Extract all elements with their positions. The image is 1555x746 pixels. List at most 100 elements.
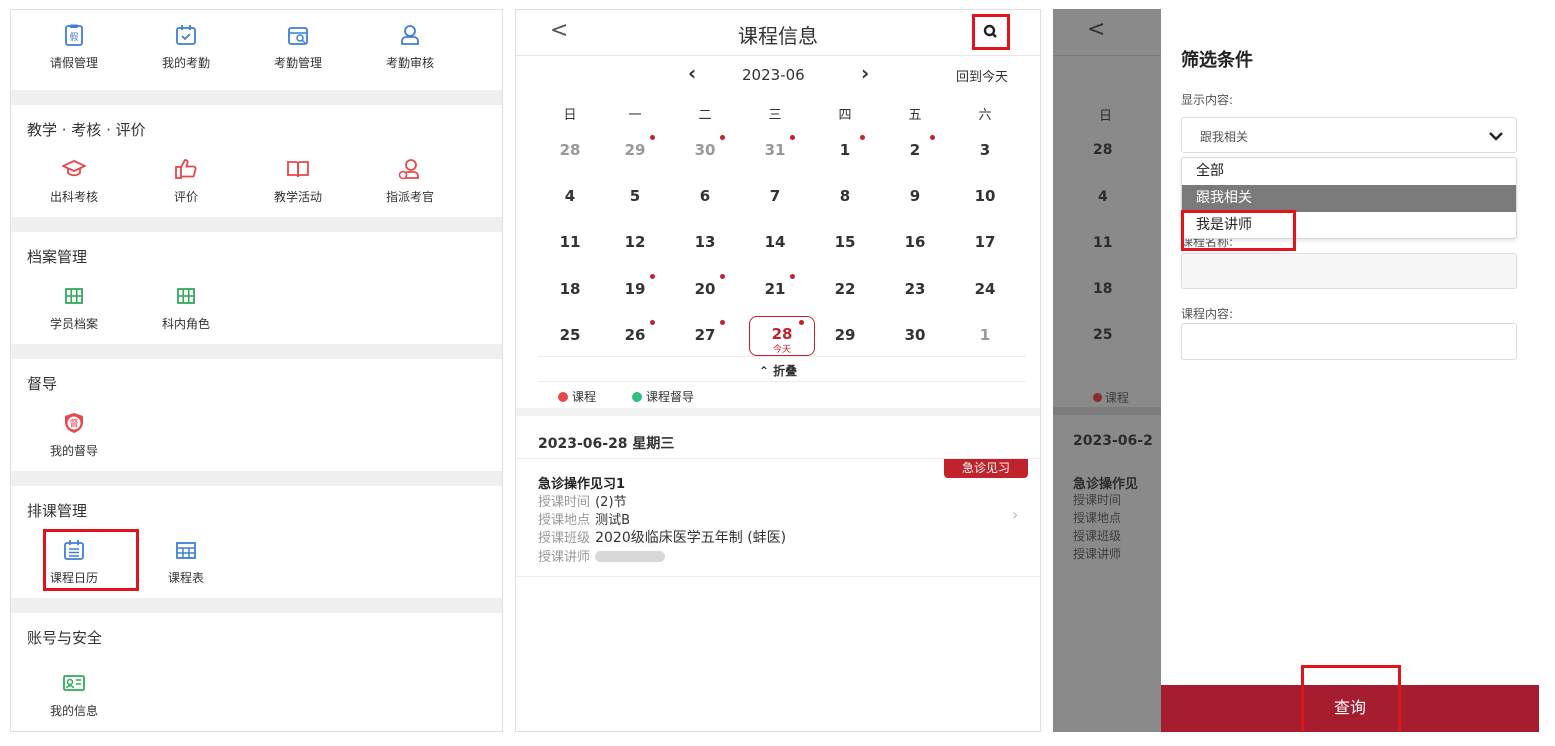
menu-item-my-attendance[interactable]: 我的考勤 bbox=[144, 23, 228, 71]
calendar-day[interactable]: 21 bbox=[745, 280, 805, 298]
legend-label: 课程 bbox=[1093, 389, 1129, 406]
calendar-day[interactable]: 6 bbox=[675, 187, 735, 205]
calendar-day[interactable]: 11 bbox=[540, 233, 600, 251]
calendar-day[interactable]: 24 bbox=[955, 280, 1015, 298]
menu-item-exit-exam[interactable]: 出科考核 bbox=[32, 157, 116, 205]
menu-item-teaching-activity[interactable]: 教学活动 bbox=[256, 157, 340, 205]
menu-item-timetable[interactable]: 课程表 bbox=[144, 538, 228, 586]
menu-item-dept-role[interactable]: 科内角色 bbox=[144, 284, 228, 332]
menu-item-label: 学员档案 bbox=[49, 317, 98, 331]
menu-item-assign-examiner[interactable]: 指派考官 bbox=[368, 157, 452, 205]
course-dot bbox=[799, 320, 804, 325]
row-label: 授课讲师 bbox=[1073, 547, 1122, 561]
next-month-button[interactable]: › bbox=[861, 61, 869, 85]
calendar-day[interactable]: 12 bbox=[605, 233, 665, 251]
dimmed-background[interactable]: < 日 28 4 11 18 25 课程 2023-06-2 急诊操作见 授课时… bbox=[1053, 9, 1161, 732]
calendar-day[interactable]: 31 bbox=[745, 141, 805, 159]
course-row: 授课班级 2020级临床医学五年制 (蚌医) bbox=[538, 527, 786, 547]
calendar-day[interactable]: 23 bbox=[885, 280, 945, 298]
calendar-day[interactable]: 18 bbox=[540, 280, 600, 298]
calendar-day[interactable]: 14 bbox=[745, 233, 805, 251]
menu-item-attendance-review[interactable]: 考勤审核 bbox=[368, 23, 452, 71]
calendar-day[interactable]: 28 bbox=[540, 141, 600, 159]
calendar-day[interactable]: 10 bbox=[955, 187, 1015, 205]
calendar-day[interactable]: 8 bbox=[815, 187, 875, 205]
calendar-day[interactable]: 26 bbox=[605, 326, 665, 344]
weekday-label: 日 bbox=[563, 108, 577, 123]
prev-month-button[interactable]: ‹ bbox=[688, 61, 696, 85]
search-button[interactable] bbox=[972, 14, 1010, 50]
section-title: 督导 bbox=[27, 375, 58, 393]
menu-item-label: 请假管理 bbox=[49, 56, 98, 70]
menu-item-my-info[interactable]: 我的信息 bbox=[32, 671, 116, 719]
grid-icon bbox=[177, 288, 195, 304]
legend-label: 课程 bbox=[572, 390, 597, 404]
chevron-down-icon bbox=[1489, 132, 1503, 141]
calendar-day[interactable]: 4 bbox=[540, 187, 600, 205]
calendar-day[interactable]: 1 bbox=[815, 141, 875, 159]
course-dot bbox=[720, 274, 725, 279]
row-label: 授课班级 bbox=[538, 531, 591, 546]
page-title: 课程信息 bbox=[738, 24, 818, 48]
calendar-day[interactable]: 27 bbox=[675, 326, 735, 344]
menu-item-student-archive[interactable]: 学员档案 bbox=[32, 284, 116, 332]
calendar-day-today[interactable]: 28 今天 bbox=[749, 316, 815, 356]
calendar-day[interactable]: 7 bbox=[745, 187, 805, 205]
menu-panel: 假 请假管理 我的考勤 考勤管理 考勤审核 教学 · 考核 · 评价 出科考核 … bbox=[10, 9, 503, 732]
course-content-field[interactable] bbox=[1181, 323, 1517, 360]
calendar-day[interactable]: 13 bbox=[675, 233, 735, 251]
today-label: 今天 bbox=[772, 345, 791, 355]
course-card[interactable]: 急诊操作见习1 急诊见习 授课时间 (2)节 授课地点 测试B 授课班级 202… bbox=[516, 459, 1040, 576]
calendar-day[interactable]: 29 bbox=[815, 326, 875, 344]
menu-item-label: 我的督导 bbox=[49, 444, 98, 458]
row-value: (2)节 bbox=[595, 495, 627, 510]
calendar-day[interactable]: 19 bbox=[605, 280, 665, 298]
menu-section-attendance: 假 请假管理 我的考勤 考勤管理 考勤审核 bbox=[11, 10, 502, 90]
menu-section-account: 账号与安全 我的信息 bbox=[11, 613, 502, 731]
weekday-label: 二 bbox=[698, 108, 712, 123]
graduation-cap-icon bbox=[62, 160, 86, 177]
menu-item-leave[interactable]: 假 请假管理 bbox=[32, 23, 116, 71]
date-header: 2023-06-2 bbox=[1073, 433, 1153, 449]
course-name-field[interactable] bbox=[1181, 253, 1517, 289]
course-name: 急诊操作见习1 bbox=[538, 477, 626, 492]
collapse-label: 折叠 bbox=[773, 364, 798, 378]
dropdown-option-selected[interactable]: 跟我相关 bbox=[1182, 185, 1516, 212]
section-title: 档案管理 bbox=[27, 248, 88, 266]
row-label: 授课班级 bbox=[1073, 529, 1122, 543]
legend-label: 课程督导 bbox=[646, 390, 695, 404]
chevron-up-icon: ⌃ bbox=[758, 364, 774, 378]
calendar-day[interactable]: 15 bbox=[815, 233, 875, 251]
section-title: 排课管理 bbox=[27, 502, 88, 520]
date-header: 2023-06-28 星期三 bbox=[538, 436, 675, 452]
calendar-day[interactable]: 25 bbox=[540, 326, 600, 344]
dropdown-option[interactable]: 全部 bbox=[1182, 158, 1516, 185]
highlight-box bbox=[972, 14, 1010, 50]
weekday-label: 四 bbox=[838, 108, 852, 123]
menu-item-attendance-mgmt[interactable]: 考勤管理 bbox=[256, 23, 340, 71]
calendar-day[interactable]: 22 bbox=[815, 280, 875, 298]
display-content-select[interactable]: 跟我相关 bbox=[1181, 117, 1517, 153]
calendar-day[interactable]: 30 bbox=[675, 141, 735, 159]
back-to-today-link[interactable]: 回到今天 bbox=[956, 66, 1008, 85]
assign-user-icon bbox=[398, 159, 419, 180]
menu-item-evaluation[interactable]: 评价 bbox=[144, 157, 228, 205]
calendar-day[interactable]: 5 bbox=[605, 187, 665, 205]
day-label: 28 bbox=[1093, 142, 1113, 158]
menu-item-label: 评价 bbox=[173, 190, 198, 204]
calendar-day[interactable]: 2 bbox=[885, 141, 945, 159]
calendar-day[interactable]: 17 bbox=[955, 233, 1015, 251]
calendar-day[interactable]: 30 bbox=[885, 326, 945, 344]
calendar-day[interactable]: 3 bbox=[955, 141, 1015, 159]
course-row: 授课地点 测试B bbox=[538, 509, 630, 528]
legend-dot bbox=[558, 392, 568, 402]
calendar-day[interactable]: 29 bbox=[605, 141, 665, 159]
calendar-day[interactable]: 16 bbox=[885, 233, 945, 251]
course-row: 授课时间 (2)节 bbox=[538, 491, 627, 510]
menu-item-my-supervision[interactable]: 督 我的督导 bbox=[32, 411, 116, 459]
calendar-day[interactable]: 1 bbox=[955, 326, 1015, 344]
svg-text:督: 督 bbox=[69, 418, 78, 430]
collapse-button[interactable]: ⌃ 折叠 bbox=[516, 362, 1040, 379]
calendar-day[interactable]: 20 bbox=[675, 280, 735, 298]
calendar-day[interactable]: 9 bbox=[885, 187, 945, 205]
